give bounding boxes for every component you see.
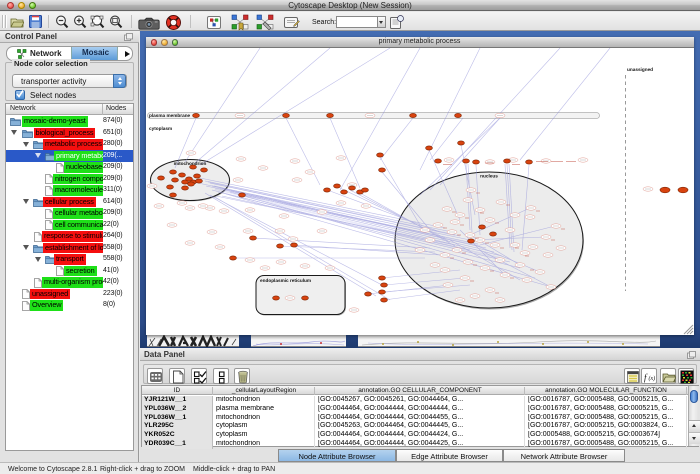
svg-text:endoplasmic reticulum: endoplasmic reticulum: [260, 278, 311, 283]
svg-text:plasma membrane: plasma membrane: [149, 113, 191, 118]
svg-text:mitochondrion: mitochondrion: [173, 161, 206, 166]
svg-text:(x): (x): [648, 375, 655, 382]
svg-text:f: f: [644, 372, 648, 382]
svg-text:nucleus: nucleus: [480, 174, 498, 179]
svg-text:cytoplasm: cytoplasm: [149, 126, 172, 131]
svg-text:unassigned: unassigned: [627, 67, 653, 72]
